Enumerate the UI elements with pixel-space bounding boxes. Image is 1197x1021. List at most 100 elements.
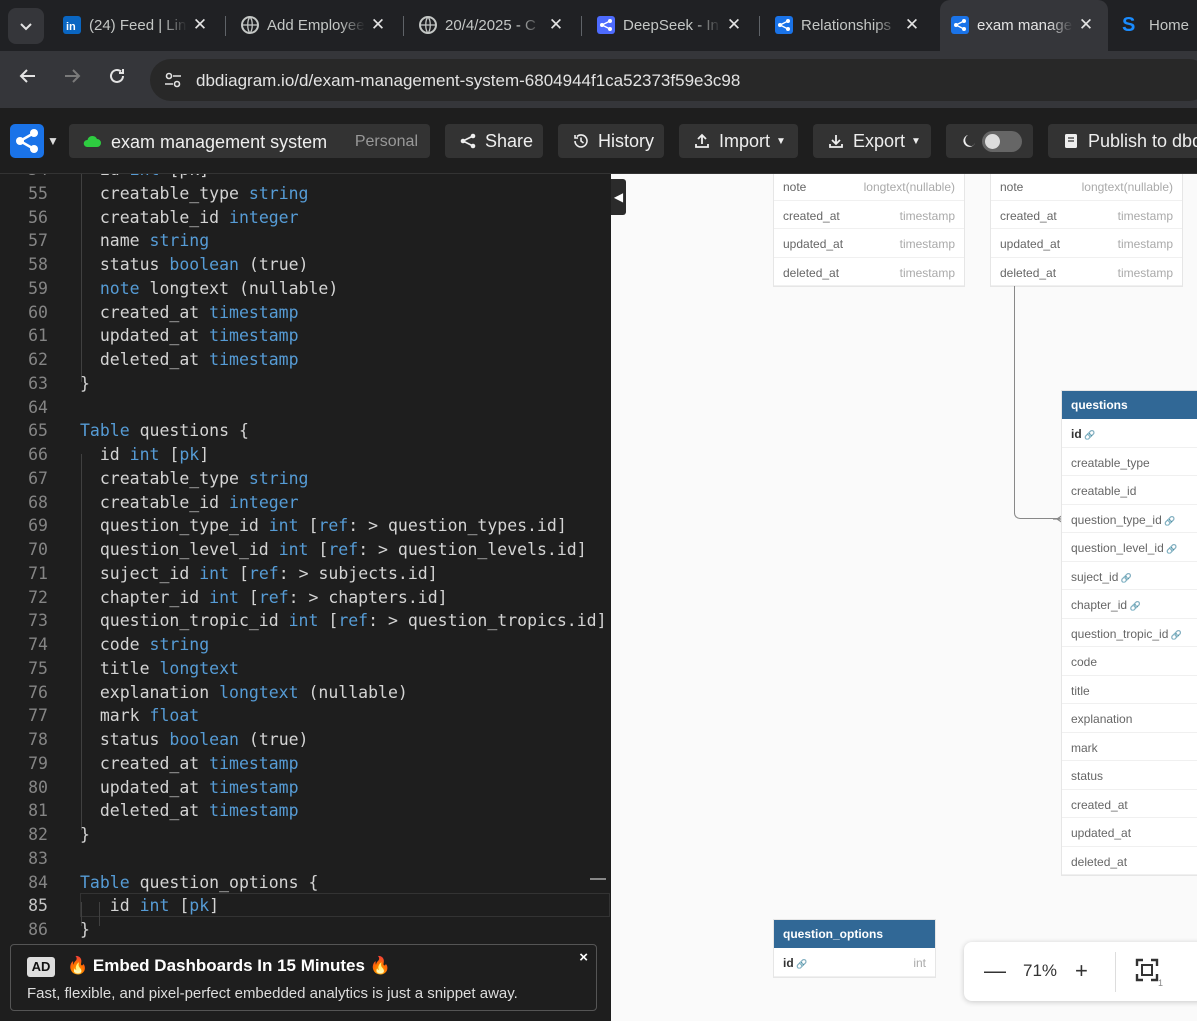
table-field-row[interactable]: id 🔗 — [1062, 419, 1197, 448]
code-line[interactable]: 59 note longtext (nullable) — [0, 279, 611, 303]
table-field-row[interactable]: note longtext(nullable) — [774, 174, 964, 201]
browser-tab[interactable]: Relationships ✕ — [764, 0, 934, 51]
diagram-canvas[interactable]: ◀ note longtext(nullable) created_at timest… — [611, 174, 1197, 1021]
table-field-row[interactable]: updated_at — [1062, 818, 1197, 847]
browser-tab[interactable]: Add Employee ✕ — [230, 0, 400, 51]
close-tab-icon[interactable]: ✕ — [902, 15, 922, 35]
browser-tab[interactable]: in (24) Feed | Lin ✕ — [52, 0, 222, 51]
code-line[interactable]: 77 mark float — [0, 706, 611, 730]
reload-button[interactable] — [103, 66, 131, 94]
code-line[interactable]: 67 creatable_type string — [0, 469, 611, 493]
code-line[interactable]: 56 creatable_id integer — [0, 208, 611, 232]
code-line[interactable]: 74 code string — [0, 635, 611, 659]
code-line[interactable]: 82} — [0, 825, 611, 849]
share-button[interactable]: Share — [445, 124, 543, 158]
table-field-row[interactable]: note longtext(nullable) — [991, 174, 1182, 201]
more-icon[interactable]: ⋮ — [1192, 960, 1197, 985]
table-field-row[interactable]: code — [1062, 647, 1197, 676]
table-header[interactable]: question_options — [774, 920, 935, 948]
table-field-row[interactable]: question_level_id 🔗 — [1062, 533, 1197, 562]
table-field-row[interactable]: updated_at timestamp — [774, 229, 964, 258]
code-line[interactable]: 61 updated_at timestamp — [0, 326, 611, 350]
forward-button[interactable] — [58, 66, 86, 94]
code-line[interactable]: 86} — [0, 920, 611, 938]
table-field-row[interactable]: suject_id 🔗 — [1062, 562, 1197, 590]
project-name-field[interactable]: exam management system Personal — [69, 124, 430, 158]
history-button[interactable]: History — [558, 124, 664, 158]
browser-tab[interactable]: 20/4/2025 - C ✕ — [408, 0, 578, 51]
table-field-row[interactable]: chapter_id 🔗 — [1062, 590, 1197, 619]
code-line[interactable]: 58 status boolean (true) — [0, 255, 611, 279]
close-tab-icon[interactable]: ✕ — [190, 15, 210, 35]
zoom-out-button[interactable]: — — [984, 958, 1006, 984]
table-field-row[interactable]: created_at — [1062, 790, 1197, 818]
table-field-row[interactable]: question_type_id 🔗 — [1062, 505, 1197, 533]
close-tab-icon[interactable]: ✕ — [1076, 15, 1096, 35]
code-line[interactable]: 57 name string — [0, 231, 611, 255]
code-line[interactable]: 69 question_type_id int [ref: > question… — [0, 516, 611, 540]
publish-button[interactable]: Publish to dbd — [1048, 124, 1197, 158]
table-field-row[interactable]: id 🔗 int — [774, 948, 935, 977]
relationship-line[interactable] — [1014, 286, 1060, 519]
code-line[interactable]: 55 creatable_type string — [0, 184, 611, 208]
zoom-in-button[interactable]: + — [1075, 958, 1088, 984]
ad-title[interactable]: 🔥 Embed Dashboards In 15 Minutes 🔥 — [67, 956, 391, 976]
close-tab-icon[interactable]: ✕ — [546, 15, 566, 35]
table-field-row[interactable]: deleted_at timestamp — [991, 258, 1182, 286]
table-partial-right[interactable]: note longtext(nullable) created_at timestam… — [991, 174, 1182, 286]
close-icon[interactable]: × — [579, 949, 588, 966]
code-line[interactable]: 60 created_at timestamp — [0, 303, 611, 327]
import-button[interactable]: Import ▼ — [679, 124, 798, 158]
back-button[interactable] — [14, 66, 42, 94]
table-field-row[interactable]: mark — [1062, 733, 1197, 761]
code-line[interactable]: 83 — [0, 849, 611, 873]
table-field-row[interactable]: explanation — [1062, 704, 1197, 733]
code-line[interactable]: 76 explanation longtext (nullable) — [0, 683, 611, 707]
table-field-row[interactable]: creatable_type — [1062, 448, 1197, 476]
code-line[interactable]: 80 updated_at timestamp — [0, 778, 611, 802]
code-line[interactable]: 72 chapter_id int [ref: > chapters.id] — [0, 588, 611, 612]
code-line[interactable]: 85 id int [pk] — [0, 896, 611, 920]
dark-mode-switch[interactable] — [982, 131, 1022, 152]
code-line[interactable]: 70 question_level_id int [ref: > questio… — [0, 540, 611, 564]
browser-tab[interactable]: exam manage ✕ — [940, 0, 1108, 51]
code-line[interactable]: 64 — [0, 398, 611, 422]
table-question-options[interactable]: question_options id 🔗 int — [774, 920, 935, 977]
table-header[interactable]: questions — [1062, 391, 1197, 419]
code-line[interactable]: 66 id int [pk] — [0, 445, 611, 469]
browser-tab[interactable]: DeepSeek - In ✕ — [586, 0, 756, 51]
code-line[interactable]: 79 created_at timestamp — [0, 754, 611, 778]
dbml-code-editor[interactable]: 54 id int [pk]55 creatable_type string56… — [0, 174, 611, 938]
code-line[interactable]: 65 Table questions { — [0, 421, 611, 445]
code-line[interactable]: 78 status boolean (true) — [0, 730, 611, 754]
code-line[interactable]: 71 suject_id int [ref: > subjects.id] — [0, 564, 611, 588]
table-field-row[interactable]: status — [1062, 761, 1197, 790]
close-tab-icon[interactable]: ✕ — [724, 15, 744, 35]
code-line[interactable]: 68 creatable_id integer — [0, 493, 611, 517]
address-bar[interactable]: dbdiagram.io/d/exam-management-system-68… — [150, 59, 1197, 101]
code-line[interactable]: 84 Table question_options { — [0, 873, 611, 897]
table-field-row[interactable]: deleted_at timestamp — [774, 258, 964, 286]
code-line[interactable]: 54 id int [pk] — [0, 174, 611, 184]
site-settings-icon[interactable] — [162, 69, 184, 91]
code-line[interactable]: 81 deleted_at timestamp — [0, 801, 611, 825]
table-field-row[interactable]: creatable_id — [1062, 476, 1197, 505]
table-partial-left[interactable]: note longtext(nullable) created_at timestam… — [774, 174, 964, 286]
dbdiagram-logo[interactable] — [10, 124, 44, 158]
code-line[interactable]: 63} — [0, 374, 611, 398]
export-button[interactable]: Export ▼ — [813, 124, 931, 158]
table-field-row[interactable]: created_at timestamp — [774, 201, 964, 229]
code-line[interactable]: 75 title longtext — [0, 659, 611, 683]
tab-search-button[interactable] — [8, 8, 44, 44]
chevron-down-icon[interactable]: ▼ — [47, 134, 59, 148]
fit-view-button[interactable] — [1135, 958, 1159, 987]
table-field-row[interactable]: updated_at timestamp — [991, 229, 1182, 258]
ad-banner[interactable]: AD 🔥 Embed Dashboards In 15 Minutes 🔥 Fa… — [0, 938, 611, 1021]
browser-tab[interactable]: S Home — [1112, 0, 1197, 51]
table-questions[interactable]: questions id 🔗 creatable_type creatable_id… — [1062, 391, 1197, 875]
collapse-editor-button[interactable]: ◀ — [611, 179, 626, 215]
code-line[interactable]: 73 question_tropic_id int [ref: > questi… — [0, 611, 611, 635]
table-field-row[interactable]: title — [1062, 676, 1197, 704]
table-field-row[interactable]: created_at timestamp — [991, 201, 1182, 229]
code-line[interactable]: 62 deleted_at timestamp — [0, 350, 611, 374]
